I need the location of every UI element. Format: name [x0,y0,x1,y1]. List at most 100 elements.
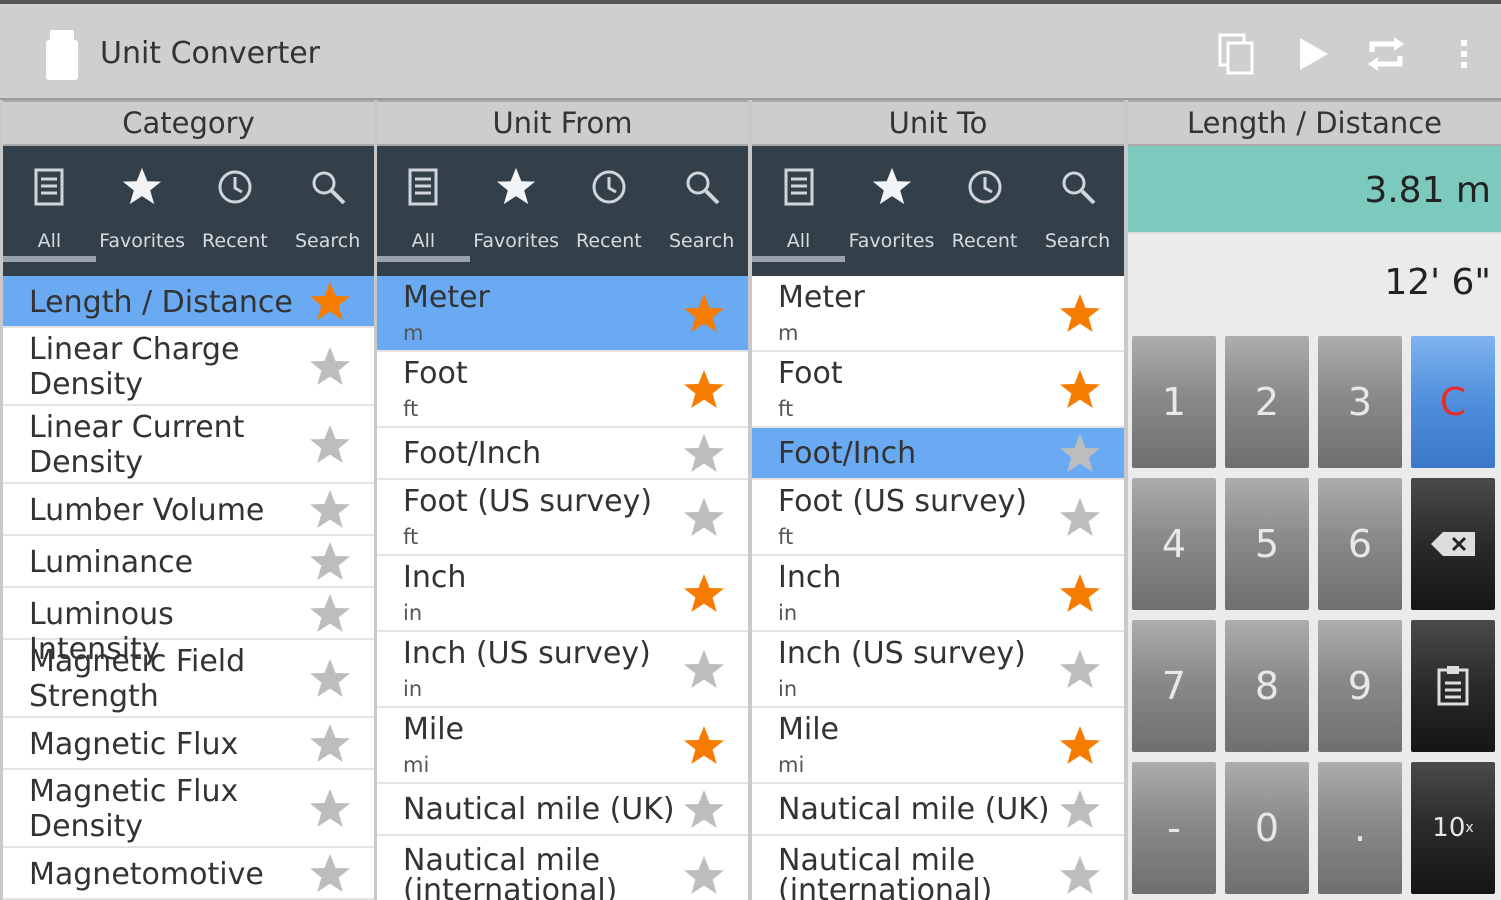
star-outline-icon[interactable] [682,788,726,832]
star-outline-icon[interactable] [1058,854,1102,898]
unit-row[interactable]: Foot/Inch [377,428,748,480]
digit-key[interactable]: 7 [1132,620,1216,752]
play-button[interactable] [1288,30,1336,78]
star-filled-icon[interactable] [682,368,726,412]
category-row[interactable]: Linear Current Density [3,406,374,484]
exponent-sup: x [1465,820,1474,836]
unit-row[interactable]: Foot ft [752,352,1124,428]
star-outline-icon[interactable] [1058,648,1102,692]
digit-key[interactable]: 8 [1225,620,1309,752]
category-title: Magnetic Field Strength [29,644,246,714]
star-outline-icon[interactable] [308,787,352,831]
star-outline-icon[interactable] [682,432,726,476]
star-filled-icon[interactable] [682,572,726,616]
star-outline-icon[interactable] [682,648,726,692]
star-outline-icon[interactable] [682,854,726,898]
unit-to-tab-all[interactable]: All [752,146,845,276]
copy-button[interactable] [1212,30,1260,78]
star-outline-icon[interactable] [308,852,352,896]
category-row[interactable]: Lumber Volume [3,484,374,536]
unit-to-tab-recent[interactable]: Recent [938,146,1031,276]
category-tab-all[interactable]: All [3,146,96,276]
category-tab-search[interactable]: Search [281,146,374,276]
unit-row[interactable]: Inch in [377,556,748,632]
overflow-menu-icon [1461,40,1467,68]
star-outline-icon[interactable] [1058,496,1102,540]
digit-key[interactable]: 6 [1318,478,1402,610]
unit-from-tab-search[interactable]: Search [655,146,748,276]
unit-row[interactable]: Nautical mile (UK) [752,784,1124,836]
digit-key[interactable]: 5 [1225,478,1309,610]
category-list: Length / Distance Linear Charge Density Li… [3,276,374,900]
unit-row[interactable]: Mile mi [752,708,1124,784]
input-display[interactable]: 3.81 m [1128,146,1501,234]
star-outline-icon[interactable] [308,592,352,636]
unit-from-tab-all[interactable]: All [377,146,470,276]
category-row[interactable]: Magnetomotive [3,848,374,900]
unit-row[interactable]: Foot ft [377,352,748,428]
unit-to-tab-favorites[interactable]: Favorites [845,146,938,276]
unit-row[interactable]: Foot/Inch [752,428,1124,480]
category-row[interactable]: Magnetic Flux [3,718,374,770]
exponent-key[interactable]: 10 x [1411,762,1495,894]
star-filled-icon[interactable] [1058,724,1102,768]
backspace-key[interactable] [1411,478,1495,610]
unit-row[interactable]: Mile mi [377,708,748,784]
digit-key[interactable]: 9 [1318,620,1402,752]
digit-key[interactable]: 2 [1225,336,1309,468]
category-row[interactable]: Luminance [3,536,374,588]
digit-key[interactable]: . [1318,762,1402,894]
unit-row[interactable]: Inch (US survey) in [752,632,1124,708]
unit-from-tab-recent[interactable]: Recent [563,146,656,276]
star-outline-icon[interactable] [1058,432,1102,476]
category-row[interactable]: Luminous Intensity [3,588,374,667]
category-row[interactable]: Length / Distance [3,276,374,328]
category-title: Magnetic Flux [29,727,239,762]
clear-key[interactable]: C [1411,336,1495,468]
star-outline-icon[interactable] [308,423,352,467]
star-outline-icon[interactable] [308,722,352,766]
star-filled-icon[interactable] [682,292,726,336]
unit-row[interactable]: Foot (US survey) ft [377,480,748,556]
unit-row[interactable]: Inch in [752,556,1124,632]
category-row[interactable]: Linear Charge Density [3,328,374,406]
category-row[interactable]: Magnetic Flux Density [3,770,374,848]
unit-row[interactable]: Meter m [752,276,1124,352]
digit-key[interactable]: - [1132,762,1216,894]
overflow-menu-button[interactable] [1440,30,1488,78]
star-outline-icon[interactable] [308,540,352,584]
digit-key[interactable]: 4 [1132,478,1216,610]
category-tab-favorites[interactable]: Favorites [96,146,189,276]
unit-row[interactable]: Inch (US survey) in [377,632,748,708]
unit-to-tab-search[interactable]: Search [1031,146,1124,276]
unit-symbol: in [778,601,798,625]
star-outline-icon[interactable] [308,345,352,389]
panel-header: Unit To [752,100,1124,146]
unit-row[interactable]: Foot (US survey) ft [752,480,1124,556]
category-row[interactable]: Magnetic Field Strength [3,640,374,718]
tab-label: Recent [951,230,1018,252]
star-outline-icon[interactable] [308,657,352,701]
unit-from-tab-favorites[interactable]: Favorites [470,146,563,276]
star-filled-icon[interactable] [308,280,352,324]
star-outline-icon[interactable] [1058,788,1102,832]
unit-row[interactable]: Meter m [377,276,748,352]
clock-icon [216,166,254,208]
star-filled-icon[interactable] [682,724,726,768]
star-outline-icon[interactable] [682,496,726,540]
star-filled-icon[interactable] [1058,572,1102,616]
star-outline-icon[interactable] [308,488,352,532]
unit-row[interactable]: Nautical mile (UK) [377,784,748,836]
digit-key[interactable]: 0 [1225,762,1309,894]
digit-key[interactable]: 1 [1132,336,1216,468]
unit-row[interactable]: Nautical mile (international) [752,836,1124,900]
star-filled-icon[interactable] [1058,292,1102,336]
star-filled-icon[interactable] [1058,368,1102,412]
category-tab-recent[interactable]: Recent [189,146,282,276]
panel-header: Category [3,100,374,146]
category-title: Luminance [29,545,194,580]
digit-key[interactable]: 3 [1318,336,1402,468]
unit-row[interactable]: Nautical mile (international) [377,836,748,900]
paste-key[interactable] [1411,620,1495,752]
swap-units-button[interactable] [1362,30,1410,78]
